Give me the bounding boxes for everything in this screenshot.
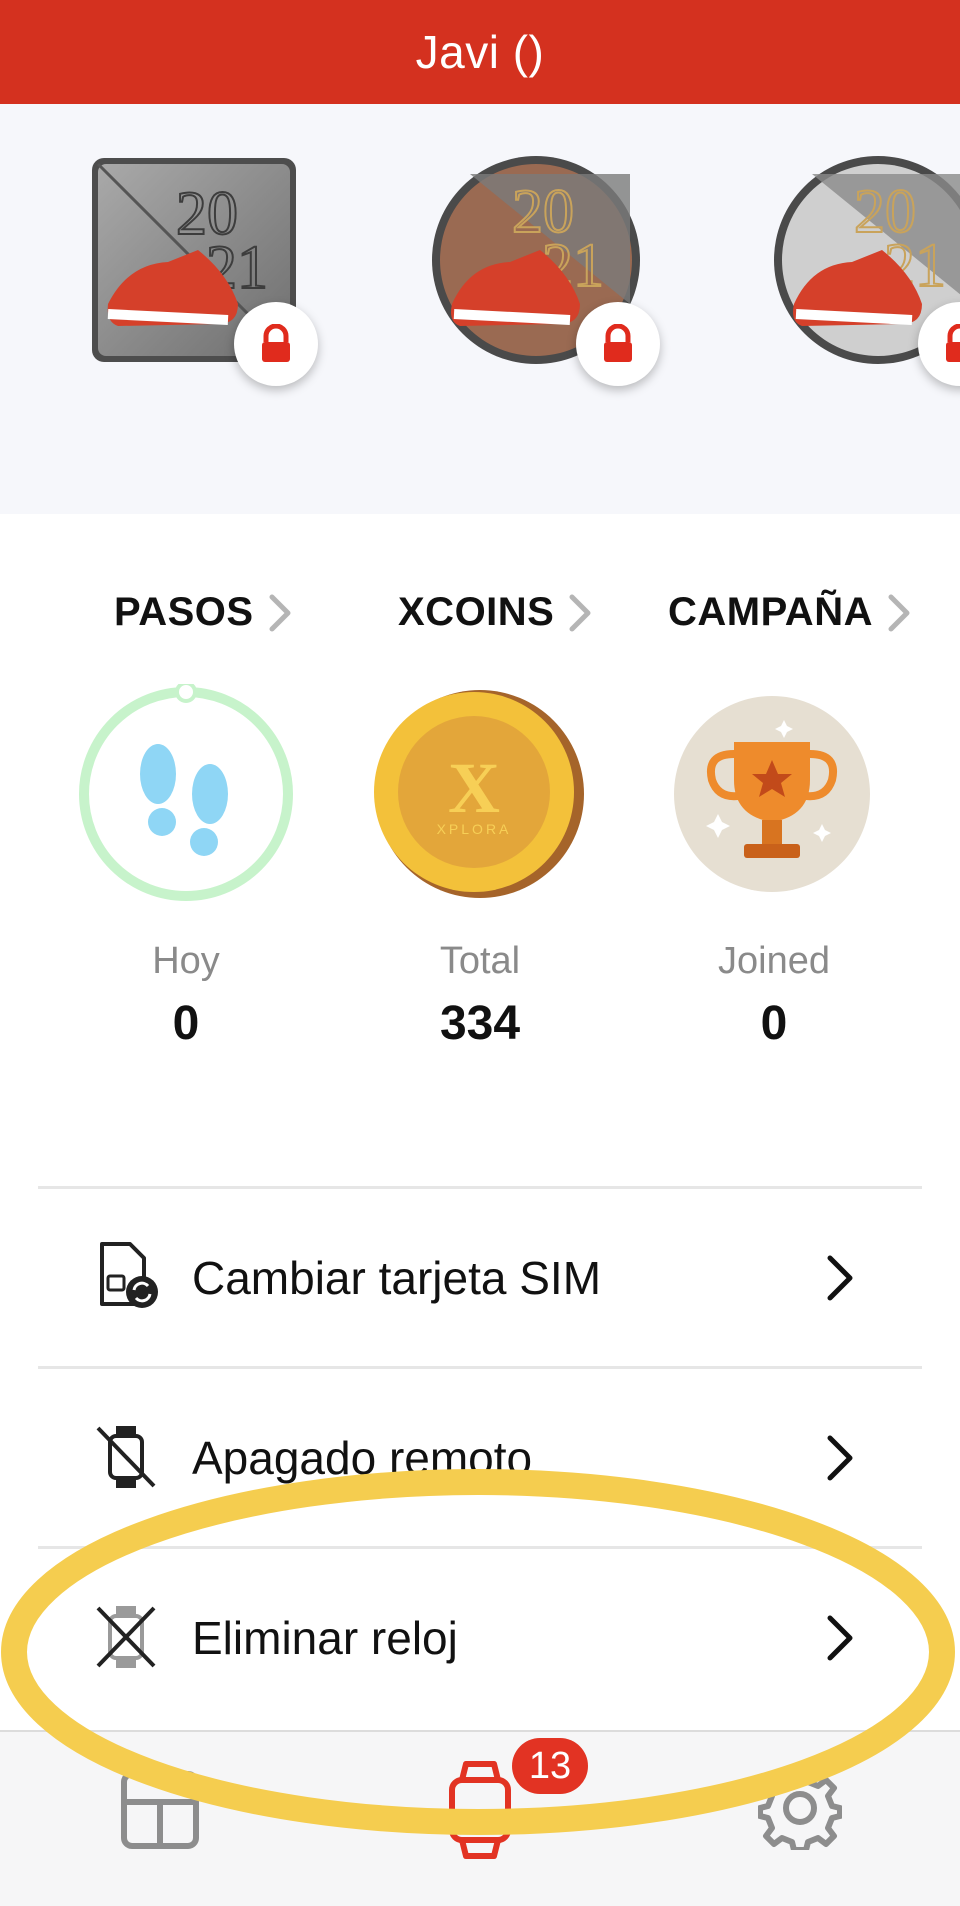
svg-text:XPLORA: XPLORA bbox=[437, 821, 512, 837]
chevron-right-icon bbox=[827, 1255, 853, 1301]
pasos-label: PASOS bbox=[114, 590, 254, 634]
badge-medal-2[interactable]: 20 21 bbox=[430, 154, 660, 386]
xcoins-sublabel: Total bbox=[439, 940, 521, 982]
pasos-sublabel: Hoy bbox=[152, 940, 220, 982]
campana-value: 0 bbox=[760, 997, 788, 1050]
remote-power-off-icon bbox=[96, 1426, 156, 1488]
top-bar: Javi () bbox=[0, 0, 960, 104]
xcoins-label: XCOINS bbox=[398, 590, 555, 634]
bottom-tab-bar bbox=[0, 1730, 960, 1906]
menu-label-remote-power-off: Apagado remoto bbox=[192, 1432, 533, 1484]
divider bbox=[38, 1186, 922, 1189]
chevron-right-icon bbox=[569, 594, 591, 631]
watch-icon[interactable] bbox=[446, 1758, 514, 1862]
layout-icon[interactable] bbox=[120, 1768, 200, 1852]
svg-text:X: X bbox=[448, 748, 500, 828]
menu-label-change-sim: Cambiar tarjeta SIM bbox=[192, 1252, 602, 1304]
chevron-right-icon bbox=[827, 1435, 853, 1481]
divider bbox=[38, 1546, 922, 1549]
xcoin-icon[interactable]: X XPLORA bbox=[368, 684, 588, 904]
xcoins-value: 334 bbox=[439, 997, 521, 1050]
chevron-right-icon bbox=[269, 594, 291, 631]
badge-medal-3[interactable]: 20 21 bbox=[772, 154, 960, 386]
trophy-icon[interactable] bbox=[662, 684, 882, 904]
page-title: Javi () bbox=[415, 26, 545, 78]
badge-medal-1[interactable]: 20 21 bbox=[88, 154, 318, 386]
lock-icon bbox=[576, 302, 660, 386]
notification-count-badge: 13 bbox=[512, 1738, 588, 1794]
delete-watch-icon bbox=[96, 1606, 156, 1668]
menu-label-delete-watch: Eliminar reloj bbox=[192, 1612, 458, 1664]
menu-item-remote-power-off[interactable]: Apagado remoto bbox=[0, 1370, 960, 1546]
chevron-right-icon bbox=[888, 594, 910, 631]
campana-sublabel: Joined bbox=[718, 940, 830, 982]
menu-item-delete-watch[interactable]: Eliminar reloj bbox=[0, 1550, 960, 1726]
footsteps-icon[interactable] bbox=[76, 684, 296, 904]
pasos-link[interactable]: PASOS bbox=[114, 590, 294, 635]
campana-link[interactable]: CAMPAÑA bbox=[668, 590, 913, 635]
pasos-value: 0 bbox=[172, 997, 200, 1050]
chevron-right-icon bbox=[827, 1615, 853, 1661]
menu-item-change-sim[interactable]: Cambiar tarjeta SIM bbox=[0, 1190, 960, 1366]
divider bbox=[38, 1366, 922, 1369]
campana-label: CAMPAÑA bbox=[668, 590, 873, 634]
lock-icon bbox=[234, 302, 318, 386]
gear-icon[interactable] bbox=[758, 1766, 842, 1850]
xcoins-link[interactable]: XCOINS bbox=[398, 590, 594, 635]
stats-header-row: PASOS XCOINS CAMPAÑA bbox=[0, 590, 960, 650]
sim-card-swap-icon bbox=[100, 1242, 158, 1308]
achievement-badges-carousel[interactable]: 20 21 20 21 20 21 bbox=[0, 104, 960, 514]
